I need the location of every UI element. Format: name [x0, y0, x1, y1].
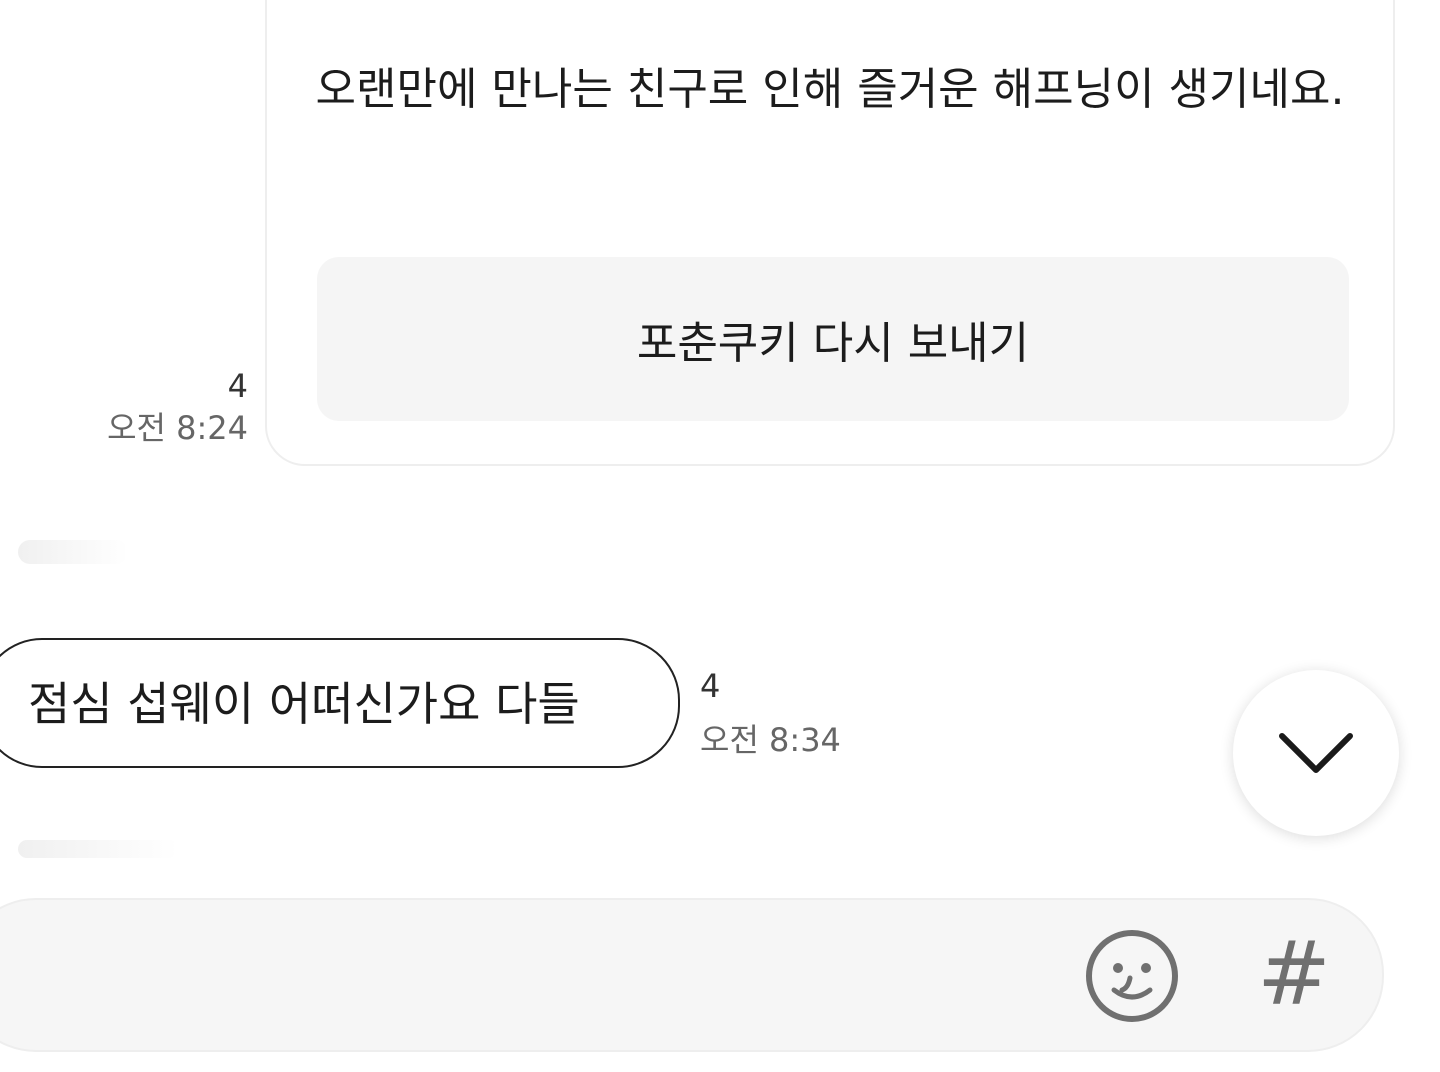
unread-count: 4 — [227, 367, 248, 405]
fortune-cookie-card: 오랜만에 만나는 친구로 인해 즐거운 해프닝이 생기네요. 포춘쿠키 다시 보… — [265, 0, 1395, 466]
scroll-to-bottom-button[interactable] — [1233, 670, 1399, 836]
message-time: 오전 8:24 — [107, 409, 248, 447]
chat-room: 오랜만에 만나는 친구로 인해 즐거운 해프닝이 생기네요. 포춘쿠키 다시 보… — [0, 0, 1440, 1072]
message-bubble[interactable]: 점심 섭웨이 어떠신가요 다들 — [0, 638, 680, 768]
chevron-down-icon — [1279, 733, 1353, 773]
sender-name-placeholder — [18, 840, 178, 858]
fortune-message: 오랜만에 만나는 친구로 인해 즐거운 해프닝이 생기네요. — [315, 64, 1345, 115]
message-text: 점심 섭웨이 어떠신가요 다들 — [28, 677, 580, 731]
message-meta: 4 오전 8:34 — [700, 666, 900, 762]
sender-name-placeholder — [18, 540, 128, 564]
emoji-icon — [1086, 930, 1178, 1022]
message-input[interactable] — [22, 930, 1026, 1022]
emoji-button[interactable] — [1084, 928, 1180, 1024]
resend-fortune-cookie-button[interactable]: 포춘쿠키 다시 보내기 — [317, 257, 1349, 421]
unread-count: 4 — [700, 667, 721, 705]
fortune-card-meta: 4 오전 8:24 — [80, 366, 248, 450]
message-time: 오전 8:34 — [700, 721, 841, 759]
hashtag-button[interactable]: # — [1254, 924, 1334, 1024]
message-input-bar: # — [0, 898, 1384, 1052]
